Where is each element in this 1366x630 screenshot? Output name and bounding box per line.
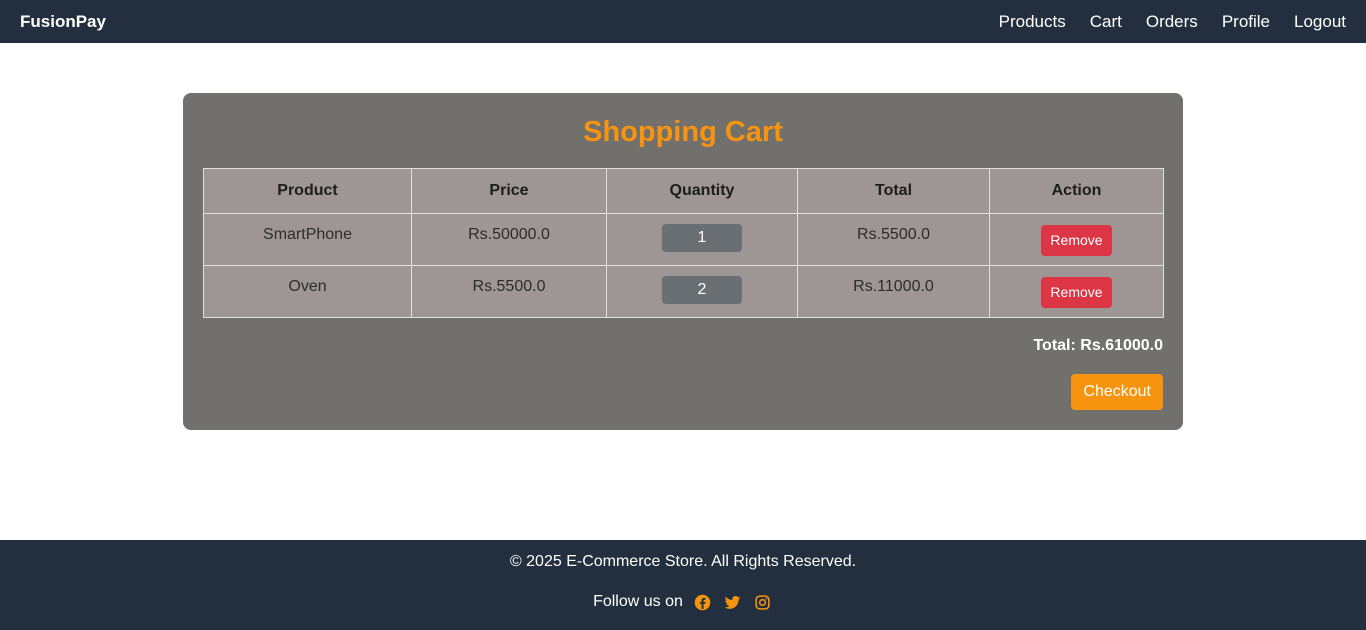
top-navbar: FusionPay Products Cart Orders Profile L… [0, 0, 1366, 43]
column-header-price: Price [411, 168, 607, 214]
page-title: Shopping Cart [583, 116, 783, 148]
nav-link-orders[interactable]: Orders [1146, 12, 1198, 32]
column-header-quantity: Quantity [606, 168, 798, 214]
table-row: Oven Rs.5500.0 2 Rs.11000.0 Remove [203, 265, 1164, 318]
remove-button[interactable]: Remove [1041, 225, 1112, 256]
column-header-product: Product [203, 168, 412, 214]
nav-link-logout[interactable]: Logout [1294, 12, 1346, 32]
action-cell: Remove [989, 213, 1164, 266]
quantity-cell: 2 [606, 265, 798, 318]
nav-link-cart[interactable]: Cart [1090, 12, 1122, 32]
action-cell: Remove [989, 265, 1164, 318]
twitter-icon[interactable] [723, 592, 743, 612]
column-header-total: Total [797, 168, 990, 214]
cart-table: Product Price Quantity Total Action Smar… [203, 168, 1164, 318]
nav-link-profile[interactable]: Profile [1222, 12, 1270, 32]
facebook-icon[interactable] [693, 592, 713, 612]
page-footer: © 2025 E-Commerce Store. All Rights Rese… [0, 540, 1366, 630]
nav-links: Products Cart Orders Profile Logout [999, 12, 1346, 32]
checkout-button[interactable]: Checkout [1071, 374, 1163, 410]
copyright-text: © 2025 E-Commerce Store. All Rights Rese… [509, 553, 857, 570]
row-total: Rs.11000.0 [797, 265, 990, 318]
checkout-row: Checkout [203, 374, 1163, 410]
product-name: Oven [203, 265, 412, 318]
product-name: SmartPhone [203, 213, 412, 266]
follow-label: Follow us on [593, 593, 683, 610]
nav-link-products[interactable]: Products [999, 12, 1066, 32]
cart-grand-total: Total: Rs.61000.0 [1033, 337, 1163, 354]
column-header-action: Action [989, 168, 1164, 214]
row-total: Rs.5500.0 [797, 213, 990, 266]
instagram-icon[interactable] [753, 592, 773, 612]
table-header-row: Product Price Quantity Total Action [203, 168, 1164, 214]
social-links: Follow us on [0, 592, 1366, 612]
product-price: Rs.5500.0 [411, 265, 607, 318]
quantity-input[interactable]: 1 [662, 224, 742, 252]
quantity-input[interactable]: 2 [662, 276, 742, 304]
remove-button[interactable]: Remove [1041, 277, 1112, 308]
brand-logo[interactable]: FusionPay [20, 12, 106, 32]
shopping-cart-panel: Shopping Cart Product Price Quantity Tot… [183, 93, 1183, 430]
quantity-cell: 1 [606, 213, 798, 266]
table-row: SmartPhone Rs.50000.0 1 Rs.5500.0 Remove [203, 213, 1164, 266]
product-price: Rs.50000.0 [411, 213, 607, 266]
